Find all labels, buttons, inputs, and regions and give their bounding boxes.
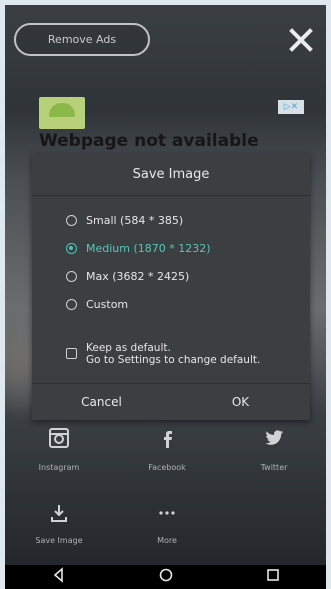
share-save-image-label: Save Image bbox=[35, 536, 83, 545]
cancel-button[interactable]: Cancel bbox=[32, 384, 171, 420]
keep-default-line2: Go to Settings to change default. bbox=[86, 354, 261, 366]
facebook-icon bbox=[127, 423, 207, 453]
adchoices-icon[interactable]: ▷✕ bbox=[278, 100, 304, 114]
recents-icon[interactable] bbox=[265, 567, 281, 587]
option-max[interactable]: Max (3682 * 2425) bbox=[32, 264, 310, 288]
android-ad-icon bbox=[39, 97, 85, 129]
radio-custom[interactable] bbox=[66, 298, 77, 310]
option-custom-label: Custom bbox=[86, 297, 129, 311]
radio-small[interactable] bbox=[66, 214, 77, 226]
share-instagram[interactable]: Instagram bbox=[19, 423, 99, 472]
remove-ads-button[interactable]: Remove Ads bbox=[14, 23, 150, 56]
share-twitter[interactable]: Twitter bbox=[234, 423, 314, 472]
keep-default-checkbox[interactable] bbox=[66, 348, 77, 359]
share-twitter-label: Twitter bbox=[260, 463, 288, 472]
back-icon[interactable] bbox=[51, 567, 67, 587]
option-small[interactable]: Small (584 * 385) bbox=[32, 208, 310, 232]
share-more-label: More bbox=[157, 536, 177, 545]
keep-default-row[interactable]: Keep as default. Go to Settings to chang… bbox=[32, 342, 310, 366]
share-instagram-label: Instagram bbox=[38, 463, 80, 472]
navigation-bar bbox=[5, 565, 326, 589]
share-facebook[interactable]: Facebook bbox=[127, 423, 207, 472]
option-small-label: Small (584 * 385) bbox=[86, 213, 184, 227]
option-medium-label: Medium (1870 * 1232) bbox=[86, 241, 211, 255]
keep-default-line1: Keep as default. bbox=[86, 342, 171, 354]
twitter-icon bbox=[234, 423, 314, 453]
share-more[interactable]: More bbox=[127, 498, 207, 545]
dialog-actions: Cancel OK bbox=[32, 383, 310, 420]
ok-button[interactable]: OK bbox=[171, 384, 310, 420]
radio-medium[interactable] bbox=[66, 242, 77, 254]
option-max-label: Max (3682 * 2425) bbox=[86, 269, 190, 283]
close-icon[interactable] bbox=[288, 27, 314, 53]
home-icon[interactable] bbox=[158, 567, 174, 587]
ad-title: Webpage not available bbox=[39, 131, 259, 151]
more-dots-icon bbox=[127, 498, 207, 528]
save-image-dialog: Save Image Small (584 * 385) Medium (187… bbox=[32, 154, 310, 420]
share-facebook-label: Facebook bbox=[148, 463, 186, 472]
dialog-title: Save Image bbox=[32, 154, 310, 196]
option-custom[interactable]: Custom bbox=[32, 292, 310, 316]
radio-max[interactable] bbox=[66, 270, 77, 282]
remove-ads-label: Remove Ads bbox=[47, 33, 117, 46]
download-icon bbox=[19, 498, 99, 528]
share-save-image[interactable]: Save Image bbox=[19, 498, 99, 545]
option-medium[interactable]: Medium (1870 * 1232) bbox=[32, 236, 310, 260]
instagram-icon bbox=[19, 423, 99, 453]
phone-screen: Remove Ads ▷✕ Webpage not available Save… bbox=[5, 5, 326, 589]
